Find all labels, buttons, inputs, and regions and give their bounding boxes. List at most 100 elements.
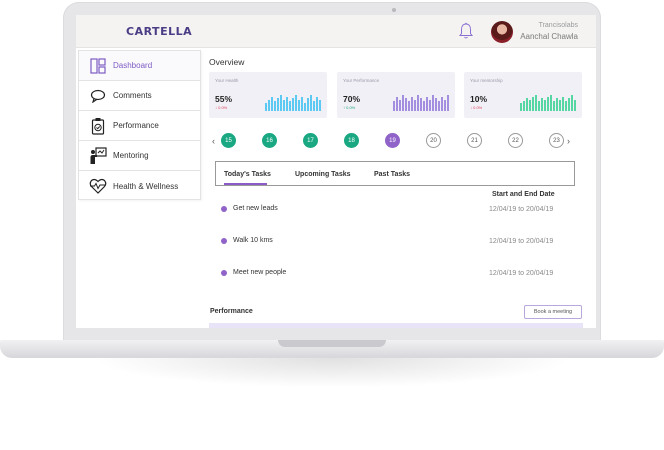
top-header: CARTELLA Trancisolabs Aanchal Chawla bbox=[76, 15, 596, 48]
sparkbar bbox=[520, 103, 522, 111]
sparkbar bbox=[535, 95, 537, 111]
task-name[interactable]: Walk 10 kms bbox=[233, 237, 273, 244]
book-meeting-button[interactable]: Book a meeting bbox=[524, 305, 582, 319]
active-tab-indicator bbox=[224, 183, 267, 185]
task-bullet bbox=[221, 238, 227, 244]
sidebar-item-health[interactable]: Health & Wellness bbox=[79, 171, 200, 201]
performance-panel bbox=[209, 323, 583, 328]
sparkbar bbox=[553, 101, 555, 111]
sparkbar bbox=[277, 98, 279, 111]
date-day[interactable]: 18 bbox=[344, 133, 359, 148]
date-day[interactable]: 19 bbox=[385, 133, 400, 148]
sparkbar bbox=[286, 96, 288, 111]
sparkbar bbox=[532, 96, 534, 111]
sparkbar bbox=[289, 101, 291, 111]
sparkbar bbox=[316, 96, 318, 111]
sparkbar bbox=[423, 101, 425, 111]
sparkbar bbox=[298, 99, 300, 111]
sparkbar bbox=[426, 96, 428, 111]
date-day[interactable]: 17 bbox=[303, 133, 318, 148]
sparkbar bbox=[571, 95, 573, 111]
stat-card-mentorship[interactable]: Your mentorship 10% ↓ 0.0% bbox=[464, 72, 582, 118]
sparkbar bbox=[441, 96, 443, 111]
sparkbar bbox=[319, 99, 321, 111]
user-name[interactable]: Aanchal Chawla bbox=[520, 32, 578, 41]
sparkbar bbox=[432, 95, 434, 111]
sparkbar bbox=[562, 96, 564, 111]
laptop-notch bbox=[278, 340, 386, 347]
laptop-shadow bbox=[90, 358, 574, 388]
sparkbar bbox=[568, 98, 570, 111]
sparkbar bbox=[444, 99, 446, 111]
clipboard-icon bbox=[89, 117, 107, 135]
sparkbar bbox=[313, 101, 315, 111]
sparkbar bbox=[523, 101, 525, 111]
app-screen: CARTELLA Trancisolabs Aanchal Chawla Das… bbox=[76, 15, 596, 328]
sparkbar bbox=[310, 95, 312, 111]
sparkbar-chart bbox=[265, 95, 321, 111]
date-day[interactable]: 21 bbox=[467, 133, 482, 148]
sparkbar bbox=[393, 101, 395, 111]
stat-card-health[interactable]: Your Health 55% ↓ 0.0% bbox=[209, 72, 327, 118]
chevron-right-icon[interactable]: › bbox=[567, 136, 570, 146]
presenter-icon bbox=[89, 146, 107, 165]
date-day[interactable]: 23 bbox=[549, 133, 564, 148]
sparkbar bbox=[399, 99, 401, 111]
sidebar-item-comments[interactable]: Comments bbox=[79, 81, 200, 111]
sparkbar bbox=[292, 98, 294, 111]
sidebar-item-mentoring[interactable]: Mentoring bbox=[79, 141, 200, 171]
sparkbar bbox=[559, 99, 561, 111]
sparkbar bbox=[447, 95, 449, 111]
sparkbar bbox=[396, 96, 398, 111]
sparkbar bbox=[405, 98, 407, 111]
stat-value: 70% bbox=[343, 94, 361, 104]
stat-delta: ↓ 0.0% bbox=[470, 105, 483, 110]
date-day[interactable]: 15 bbox=[221, 133, 236, 148]
sidebar-item-label: Performance bbox=[113, 121, 159, 130]
sidebar-item-performance[interactable]: Performance bbox=[79, 111, 200, 141]
chevron-left-icon[interactable]: ‹ bbox=[212, 136, 215, 146]
task-name[interactable]: Meet new people bbox=[233, 269, 286, 276]
sparkbar bbox=[565, 101, 567, 111]
tab-todays-tasks[interactable]: Today's Tasks bbox=[224, 171, 271, 178]
stat-label: Your mentorship bbox=[470, 78, 503, 83]
stat-delta: ↓ 0.0% bbox=[215, 105, 228, 110]
task-name[interactable]: Get new leads bbox=[233, 205, 278, 212]
avatar[interactable] bbox=[491, 21, 513, 43]
sparkbar bbox=[429, 99, 431, 111]
sparkbar bbox=[414, 99, 416, 111]
sidebar-item-label: Dashboard bbox=[113, 61, 153, 70]
sidebar-item-label: Comments bbox=[113, 91, 152, 100]
sparkbar bbox=[283, 99, 285, 111]
sparkbar bbox=[265, 103, 267, 111]
tab-upcoming-tasks[interactable]: Upcoming Tasks bbox=[295, 171, 351, 178]
bell-icon[interactable] bbox=[458, 22, 474, 40]
sparkbar bbox=[274, 101, 276, 111]
sidebar-item-label: Mentoring bbox=[113, 151, 149, 160]
sidebar-item-dashboard[interactable]: Dashboard bbox=[79, 51, 200, 81]
sparkbar bbox=[295, 95, 297, 111]
sidebar-item-label: Health & Wellness bbox=[113, 181, 179, 191]
tab-past-tasks[interactable]: Past Tasks bbox=[374, 171, 410, 178]
camera-icon bbox=[392, 8, 396, 12]
sparkbar bbox=[556, 98, 558, 111]
brand-logo[interactable]: CARTELLA bbox=[126, 25, 192, 38]
sparkbar-chart bbox=[520, 95, 576, 111]
sparkbar bbox=[529, 99, 531, 111]
sparkbar bbox=[526, 98, 528, 111]
stat-card-performance[interactable]: Your Performance 70% ↑ 0.0% bbox=[337, 72, 455, 118]
sparkbar bbox=[435, 98, 437, 111]
dashboard-icon bbox=[89, 57, 107, 75]
sparkbar bbox=[438, 101, 440, 111]
date-day[interactable]: 16 bbox=[262, 133, 277, 148]
sparkbar bbox=[420, 98, 422, 111]
sparkbar bbox=[304, 103, 306, 111]
page-title: Overview bbox=[209, 57, 245, 67]
sparkbar bbox=[408, 101, 410, 111]
sparkbar bbox=[574, 99, 576, 111]
task-tabs: Today's Tasks Upcoming Tasks Past Tasks bbox=[215, 161, 575, 186]
sidebar: Dashboard Comments Performance Mentoring… bbox=[78, 50, 201, 200]
date-day[interactable]: 22 bbox=[508, 133, 523, 148]
sparkbar bbox=[550, 95, 552, 111]
date-day[interactable]: 20 bbox=[426, 133, 441, 148]
